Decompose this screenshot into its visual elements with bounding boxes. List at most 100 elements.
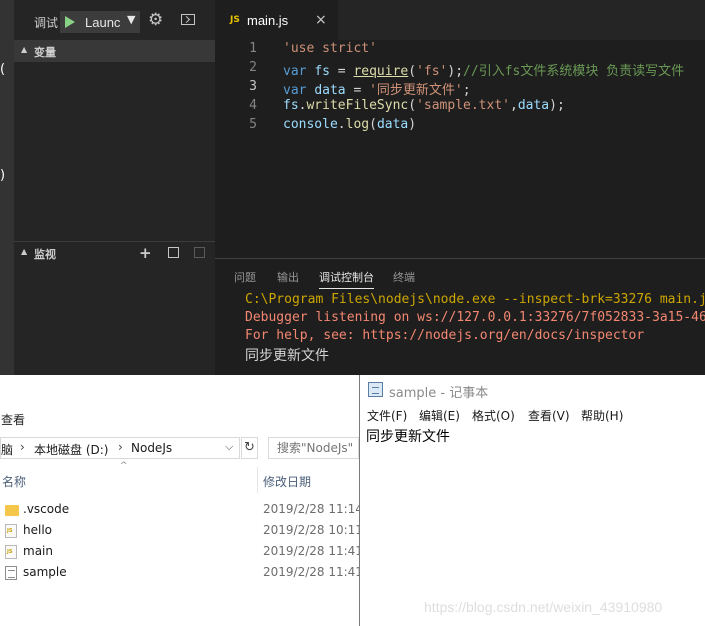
- tab-filename: main.js: [247, 13, 289, 28]
- code-token: console: [283, 117, 338, 132]
- remove-all-icon[interactable]: [194, 247, 205, 258]
- watch-label: 监视: [34, 248, 56, 261]
- line-number: 5: [249, 117, 257, 132]
- address-bar[interactable]: 脑 › 本地磁盘 (D:) › NodeJs ⌵: [0, 437, 240, 459]
- search-box[interactable]: [268, 437, 359, 459]
- activity-marker: (: [0, 62, 6, 77]
- launch-config-label: Launc: [85, 15, 121, 30]
- tab-main-js[interactable]: JS main.js ×: [215, 0, 338, 40]
- launch-config-select[interactable]: Launc ▼: [60, 11, 140, 33]
- breadcrumb-separator-icon[interactable]: ›: [118, 440, 123, 454]
- code-token: =: [345, 83, 370, 98]
- collapse-all-icon[interactable]: [168, 247, 179, 258]
- notepad-window: sample - 记事本 文件(F) 编辑(E) 格式(O) 查看(V) 帮助(…: [359, 375, 705, 626]
- code-token: data: [517, 98, 550, 113]
- breadcrumb-drive-d[interactable]: 本地磁盘 (D:): [34, 441, 108, 458]
- file-date: 2019/2/28 11:41: [263, 565, 363, 579]
- menu-file[interactable]: 文件(F): [367, 407, 407, 424]
- variables-section-header[interactable]: ▲ 变量: [14, 40, 215, 62]
- breadcrumb-nodejs[interactable]: NodeJs: [131, 441, 172, 455]
- code-line[interactable]: 1 'use strict': [215, 41, 705, 60]
- tab-terminal[interactable]: 终端: [393, 269, 415, 285]
- code-token: 'sample.txt': [416, 98, 510, 113]
- code-token: var: [283, 83, 307, 98]
- column-header-date-modified[interactable]: 修改日期: [263, 473, 311, 490]
- code-token: 'fs': [416, 64, 448, 79]
- code-token: ): [408, 117, 417, 132]
- start-debugging-icon[interactable]: [65, 16, 75, 28]
- gear-icon[interactable]: ⚙: [148, 10, 163, 30]
- sort-ascending-icon: ^: [120, 461, 128, 471]
- code-token: require: [353, 64, 409, 79]
- file-row-hello[interactable]: hello 2019/2/28 10:11: [0, 521, 363, 542]
- close-icon[interactable]: ×: [315, 12, 327, 28]
- console-command-line: C:\Program Files\nodejs\node.exe --inspe…: [245, 292, 705, 307]
- debug-console-icon[interactable]: [181, 14, 195, 25]
- file-date: 2019/2/28 10:11: [263, 523, 363, 537]
- code-line[interactable]: 2 var fs = require('fs');//引入fs文件系统模块 负责读…: [215, 60, 705, 79]
- file-date: 2019/2/28 11:41: [263, 544, 363, 558]
- file-row-main[interactable]: main 2019/2/28 11:41: [0, 542, 363, 563]
- tab-problems[interactable]: 问题: [234, 269, 256, 285]
- code-token: =: [329, 64, 354, 79]
- code-token: '同步更新文件': [369, 83, 463, 98]
- menu-edit[interactable]: 编辑(E): [419, 407, 460, 424]
- menu-help[interactable]: 帮助(H): [581, 407, 623, 424]
- line-number: 3: [249, 79, 257, 94]
- file-row-vscode[interactable]: .vscode 2019/2/28 11:14: [0, 500, 363, 521]
- code-token: (: [369, 117, 377, 132]
- code-token: log: [345, 117, 370, 132]
- code-token: fs: [314, 64, 330, 79]
- menu-format[interactable]: 格式(O): [472, 407, 515, 424]
- ribbon-tab-view[interactable]: 查看: [1, 411, 25, 428]
- code-token: );: [549, 98, 565, 113]
- code-text: fs.writeFileSync('sample.txt',data);: [283, 98, 565, 113]
- line-number: 2: [249, 60, 257, 75]
- activity-bar: ( ): [0, 0, 14, 375]
- add-expression-icon[interactable]: +: [139, 244, 152, 262]
- code-editor[interactable]: 1 'use strict' 2 var fs = require('fs');//引…: [215, 40, 705, 255]
- code-token: );: [447, 64, 464, 79]
- code-line[interactable]: 5 console.log(data): [215, 117, 705, 136]
- file-name: main: [23, 544, 53, 558]
- menu-view[interactable]: 查看(V): [528, 407, 570, 424]
- js-file-icon: [5, 545, 17, 559]
- code-token: data: [314, 83, 346, 98]
- code-token: ;: [462, 83, 471, 98]
- code-text: console.log(data): [283, 117, 416, 132]
- search-input[interactable]: [277, 440, 359, 456]
- watch-section-header[interactable]: ▲ 监视 +: [14, 241, 215, 263]
- code-token: 'use strict': [283, 41, 377, 56]
- code-line[interactable]: 4 fs.writeFileSync('sample.txt',data);: [215, 98, 705, 117]
- variables-label: 变量: [34, 46, 56, 59]
- notepad-content[interactable]: 同步更新文件: [366, 426, 450, 446]
- debug-title: 调试: [34, 16, 59, 30]
- editor-tab-bar: JS main.js ×: [215, 0, 705, 40]
- tab-debug-console[interactable]: 调试控制台: [319, 269, 374, 289]
- file-name: sample: [23, 565, 67, 579]
- tab-output[interactable]: 输出: [277, 269, 299, 285]
- folder-icon: [5, 505, 19, 516]
- js-file-icon: JS: [230, 15, 240, 25]
- file-name: hello: [23, 523, 52, 537]
- code-token: ,: [509, 98, 518, 113]
- column-divider[interactable]: [257, 467, 258, 493]
- code-token: var: [283, 64, 307, 79]
- bottom-panel: 问题 输出 调试控制台 终端 C:\Program Files\nodejs\n…: [215, 258, 705, 375]
- breadcrumb-this-pc[interactable]: 脑: [1, 441, 13, 458]
- address-dropdown-icon[interactable]: ⌵: [225, 440, 233, 454]
- file-row-sample[interactable]: sample 2019/2/28 11:41: [0, 563, 363, 584]
- window-title: sample - 记事本: [389, 386, 489, 401]
- line-number: 1: [249, 41, 257, 56]
- breadcrumb-separator-icon[interactable]: ›: [20, 440, 25, 454]
- file-name: .vscode: [23, 502, 70, 516]
- caret-down-icon[interactable]: ▼: [127, 13, 135, 26]
- text-file-icon: [5, 566, 17, 580]
- code-text: var fs = require('fs');//引入fs文件系统模块 负责读写…: [283, 60, 684, 79]
- notepad-icon: [368, 382, 383, 397]
- refresh-icon[interactable]: ↻: [241, 437, 258, 459]
- code-token: data: [376, 117, 409, 132]
- column-header-name[interactable]: 名称: [2, 473, 26, 490]
- code-line[interactable]: 3 var data = '同步更新文件';: [215, 79, 705, 98]
- debug-toolbar: 调试 Launc ▼ ⚙: [14, 0, 215, 40]
